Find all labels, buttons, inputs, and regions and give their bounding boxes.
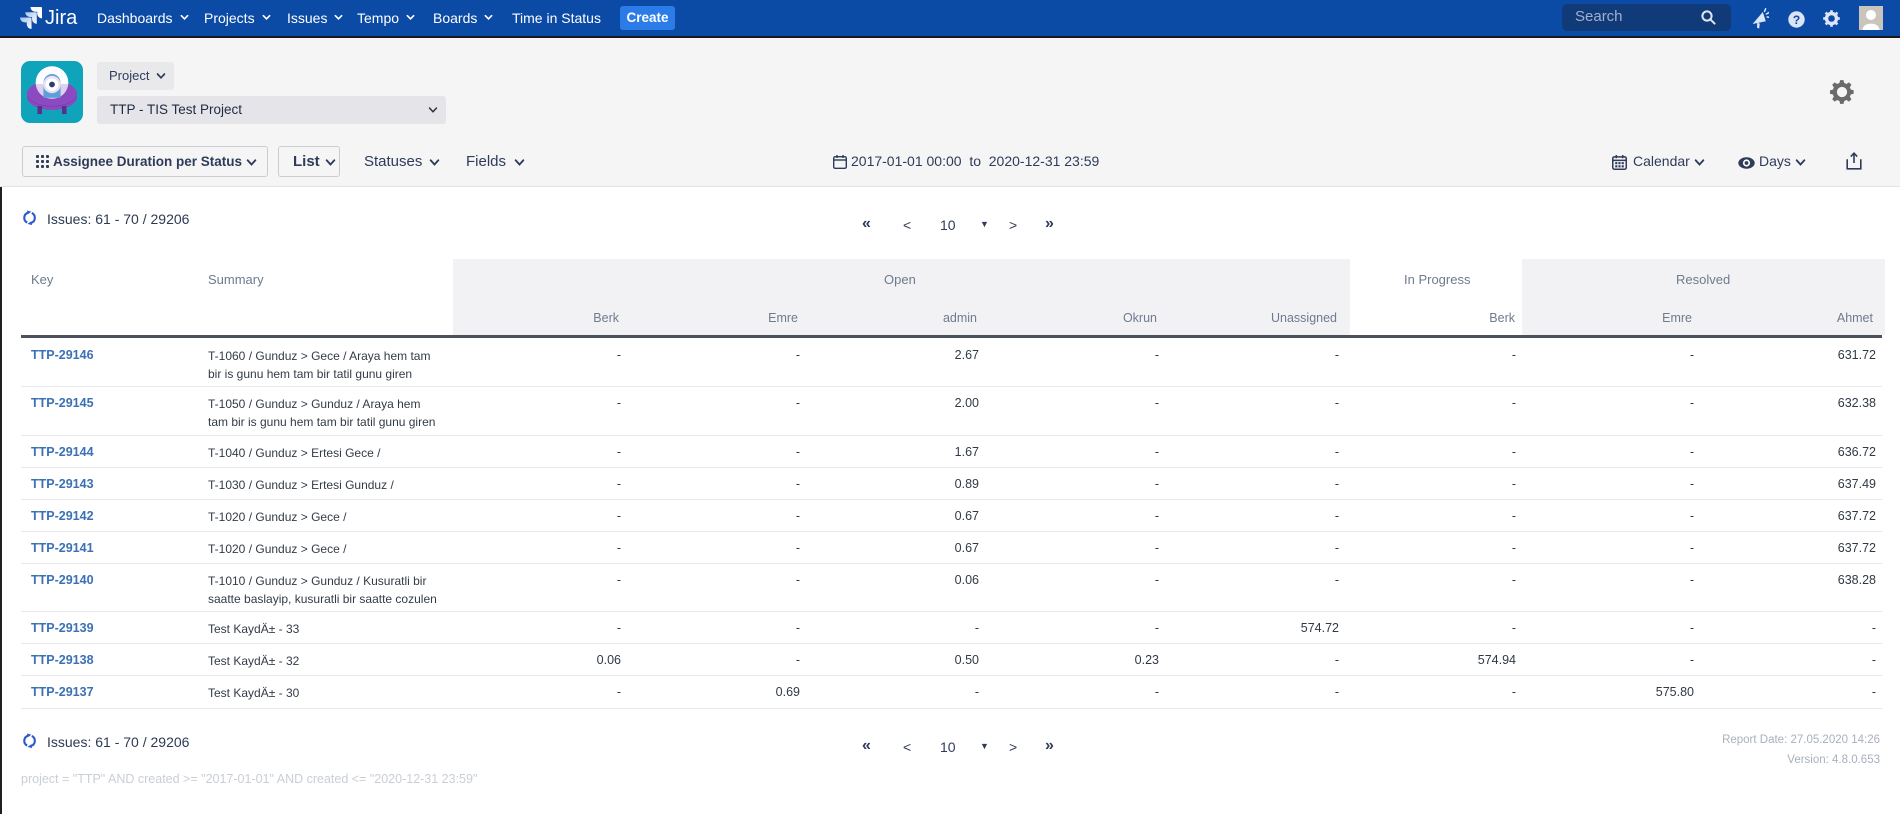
svg-text:?: ? (1793, 13, 1800, 27)
